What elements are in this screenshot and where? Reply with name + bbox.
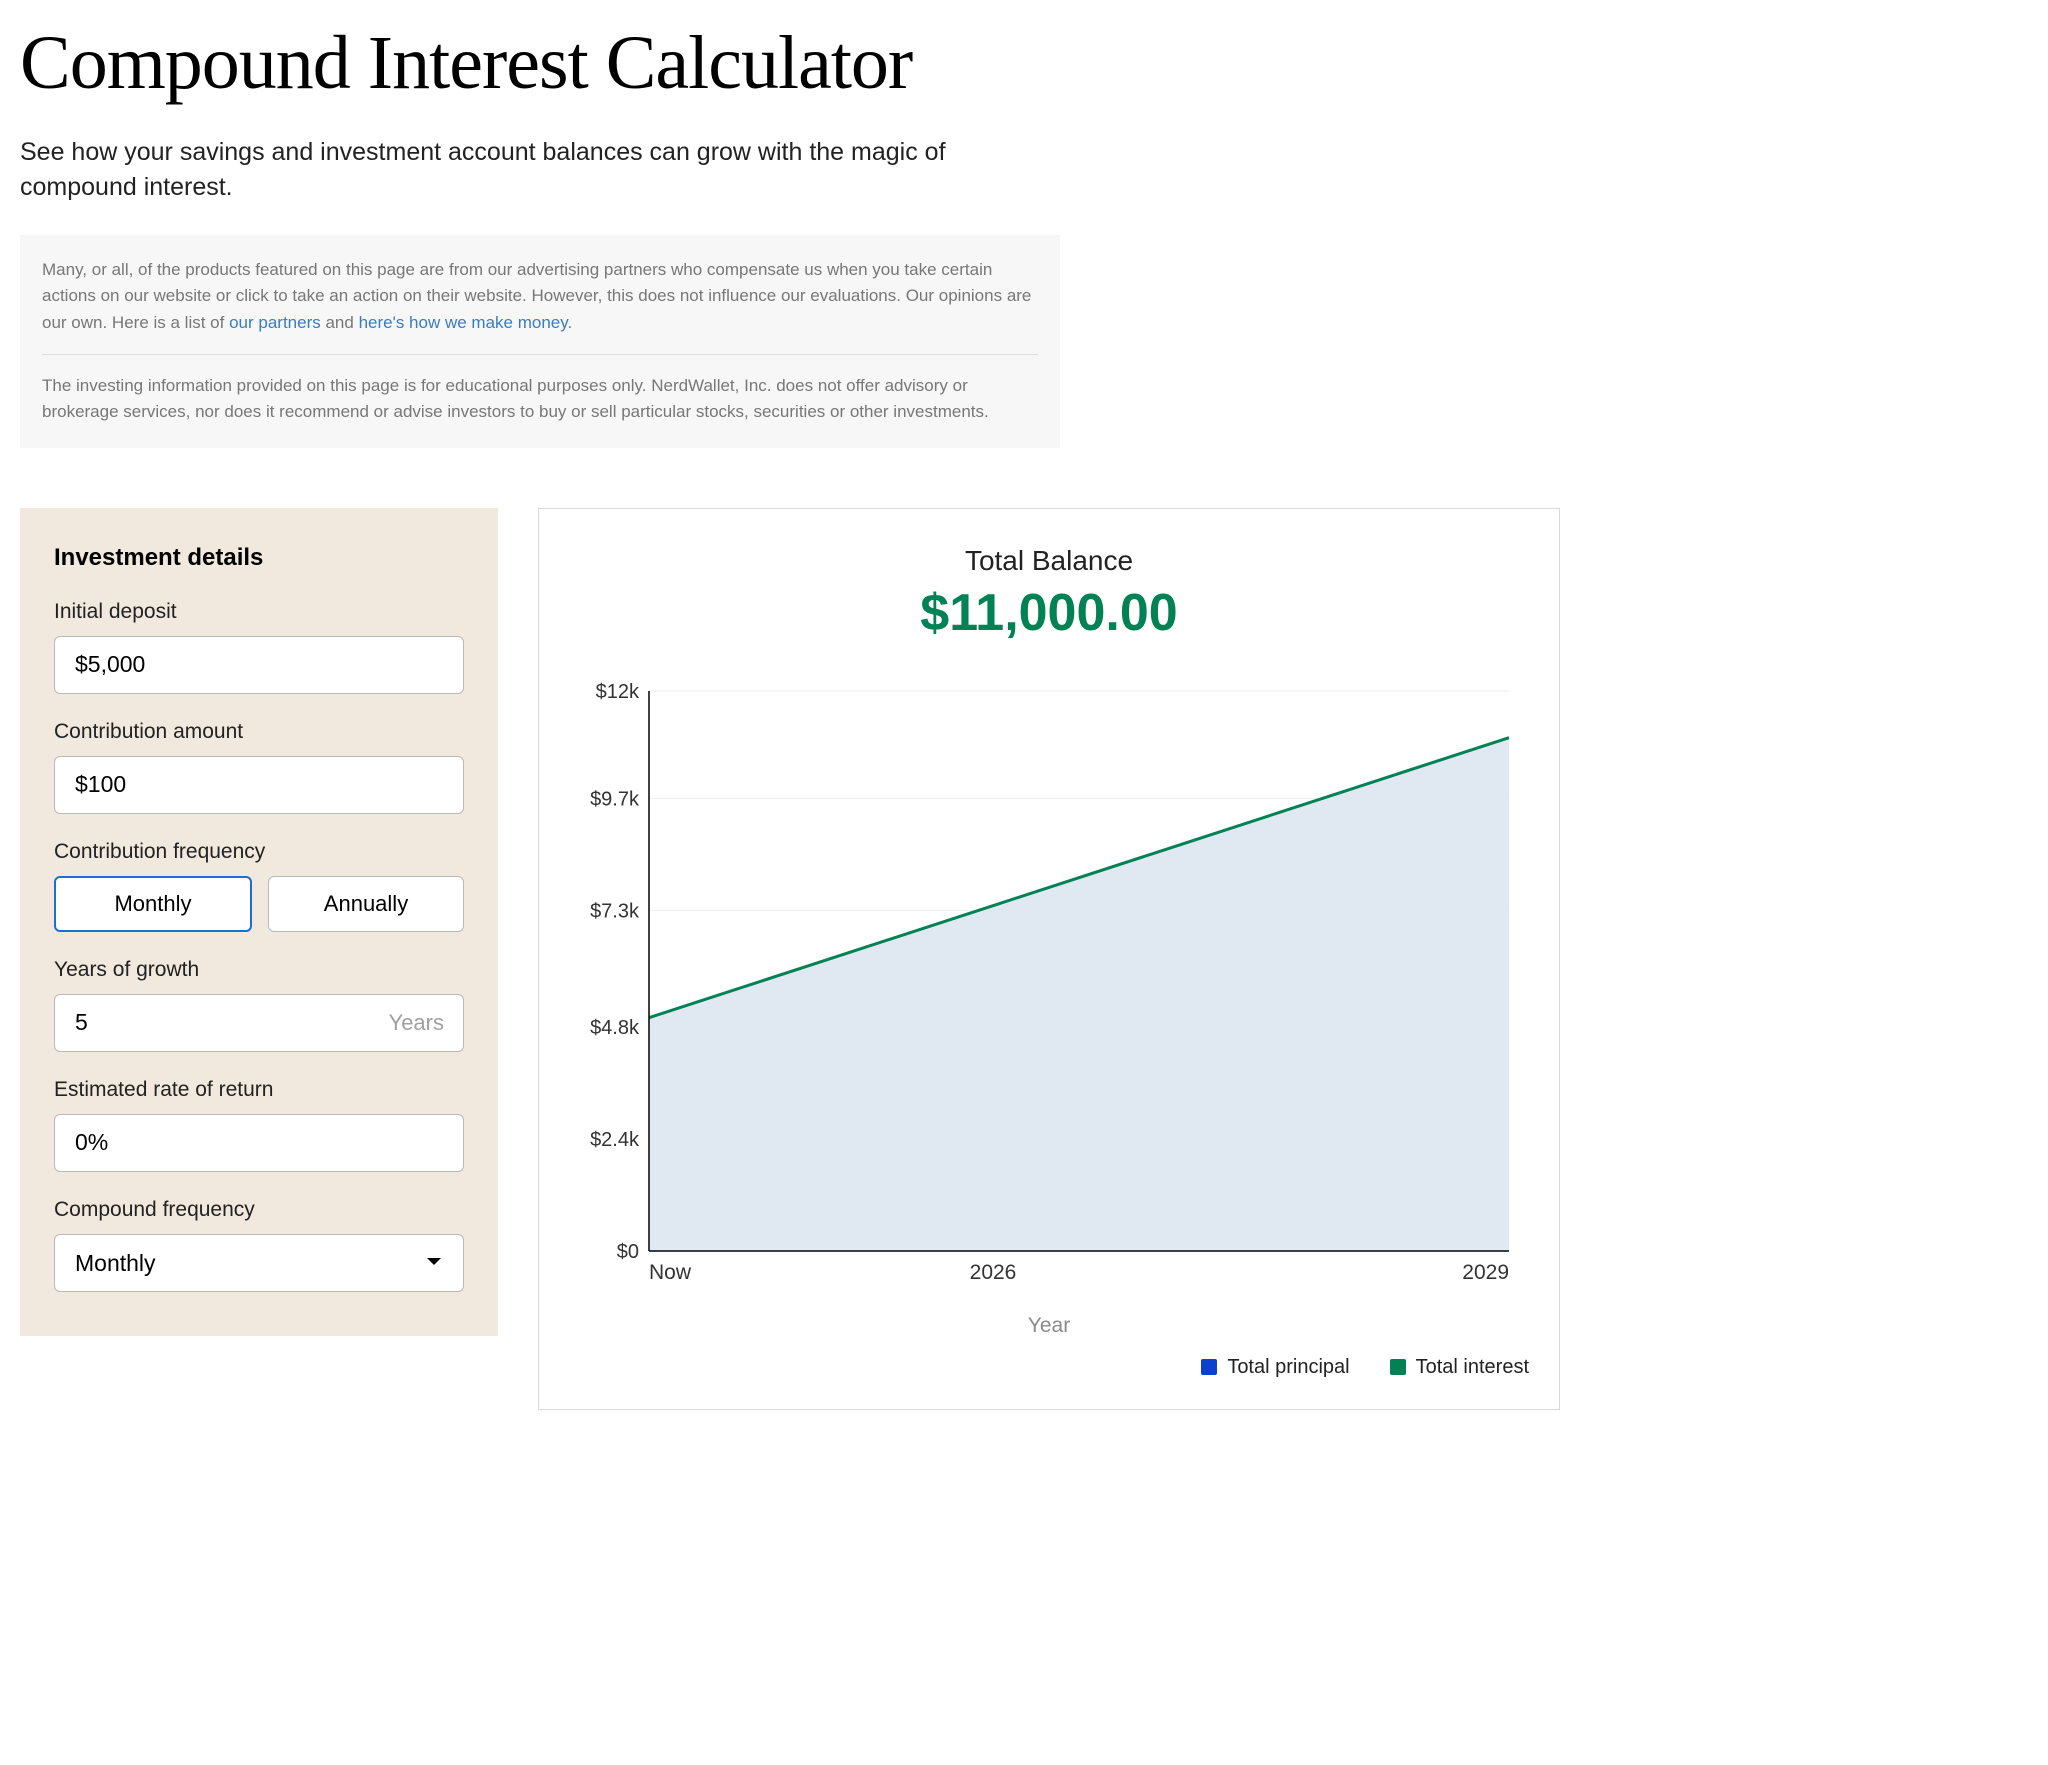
svg-text:$4.8k: $4.8k	[590, 1017, 640, 1039]
balance-chart: $0 $2.4k $4.8k $7.3k $9.7k $12k Now 2026 2029	[569, 681, 1529, 1306]
page-title: Compound Interest Calculator	[20, 20, 1560, 107]
form-heading: Investment details	[54, 544, 464, 572]
disclosure-paragraph-1: Many, or all, of the products featured o…	[42, 257, 1038, 336]
frequency-monthly-button[interactable]: Monthly	[54, 876, 252, 932]
compound-frequency-label: Compound frequency	[54, 1198, 464, 1222]
estimated-rate-label: Estimated rate of return	[54, 1078, 464, 1102]
square-icon	[1390, 1359, 1406, 1375]
divider	[42, 354, 1038, 355]
svg-text:$9.7k: $9.7k	[590, 788, 640, 810]
svg-text:$12k: $12k	[596, 681, 640, 703]
svg-text:Now: Now	[649, 1261, 692, 1284]
compound-frequency-select[interactable]: Monthly	[54, 1234, 464, 1292]
disclosure-text: .	[567, 313, 572, 332]
contribution-frequency-label: Contribution frequency	[54, 840, 464, 864]
total-balance-label: Total Balance	[569, 545, 1529, 577]
estimated-rate-input[interactable]	[54, 1114, 464, 1172]
disclosure-paragraph-2: The investing information provided on th…	[42, 373, 1038, 426]
investment-details-panel: Investment details Initial deposit Contr…	[20, 508, 498, 1336]
legend-total-principal: Total principal	[1201, 1356, 1349, 1379]
legend-label: Total interest	[1416, 1356, 1529, 1379]
results-panel: Total Balance $11,000.00 $0 $2.4k $4.8k $7.…	[538, 508, 1560, 1410]
initial-deposit-input[interactable]	[54, 636, 464, 694]
disclosure-text: and	[321, 313, 359, 332]
contribution-amount-label: Contribution amount	[54, 720, 464, 744]
square-icon	[1201, 1359, 1217, 1375]
contribution-frequency-toggle: Monthly Annually	[54, 876, 464, 932]
total-balance-value: $11,000.00	[569, 583, 1529, 643]
x-axis-label: Year	[569, 1314, 1529, 1338]
partners-link[interactable]: our partners	[229, 313, 321, 332]
svg-text:2029: 2029	[1462, 1261, 1509, 1284]
years-of-growth-label: Years of growth	[54, 958, 464, 982]
svg-text:$7.3k: $7.3k	[590, 900, 640, 922]
chart-legend: Total principal Total interest	[569, 1356, 1529, 1379]
contribution-amount-input[interactable]	[54, 756, 464, 814]
svg-text:$0: $0	[617, 1241, 639, 1263]
disclosure-box: Many, or all, of the products featured o…	[20, 235, 1060, 448]
initial-deposit-label: Initial deposit	[54, 600, 464, 624]
legend-total-interest: Total interest	[1390, 1356, 1529, 1379]
years-of-growth-input[interactable]	[54, 994, 464, 1052]
svg-text:2026: 2026	[970, 1261, 1017, 1284]
page-subtitle: See how your savings and investment acco…	[20, 135, 1020, 205]
frequency-annually-button[interactable]: Annually	[268, 876, 464, 932]
how-we-make-money-link[interactable]: here's how we make money	[359, 313, 568, 332]
legend-label: Total principal	[1227, 1356, 1349, 1379]
svg-text:$2.4k: $2.4k	[590, 1129, 640, 1151]
